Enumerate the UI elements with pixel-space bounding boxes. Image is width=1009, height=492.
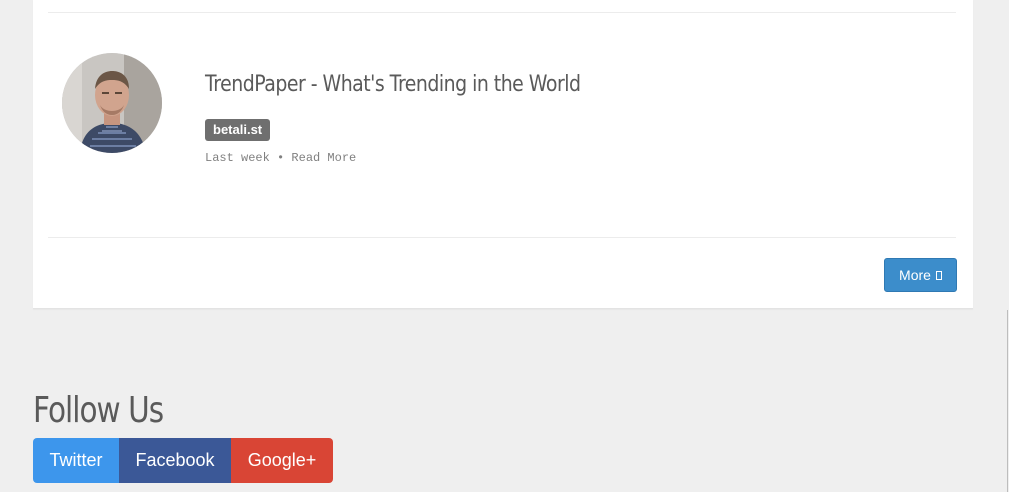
story-meta: Last week • Read More bbox=[205, 151, 356, 165]
author-avatar bbox=[62, 53, 162, 153]
twitter-button[interactable]: Twitter bbox=[33, 438, 119, 483]
avatar-portrait-image bbox=[62, 53, 162, 153]
more-button[interactable]: More bbox=[884, 258, 957, 292]
story-card: TrendPaper - What's Trending in the Worl… bbox=[33, 0, 973, 309]
read-more-link[interactable]: Read More bbox=[291, 151, 356, 165]
card-divider-top bbox=[48, 12, 956, 13]
missing-glyph-box-icon bbox=[935, 270, 942, 280]
follow-us-heading: Follow Us bbox=[33, 390, 164, 431]
source-badge[interactable]: betali.st bbox=[205, 119, 271, 141]
right-edge-line bbox=[1007, 310, 1008, 492]
story-time: Last week bbox=[205, 151, 270, 165]
meta-separator: • bbox=[277, 151, 285, 165]
card-divider-bottom bbox=[48, 237, 956, 238]
facebook-button[interactable]: Facebook bbox=[119, 438, 231, 483]
social-button-group: Twitter Facebook Google+ bbox=[33, 438, 333, 483]
story-title[interactable]: TrendPaper - What's Trending in the Worl… bbox=[205, 72, 581, 97]
more-button-label: More bbox=[899, 267, 931, 283]
google-plus-button[interactable]: Google+ bbox=[231, 438, 333, 483]
